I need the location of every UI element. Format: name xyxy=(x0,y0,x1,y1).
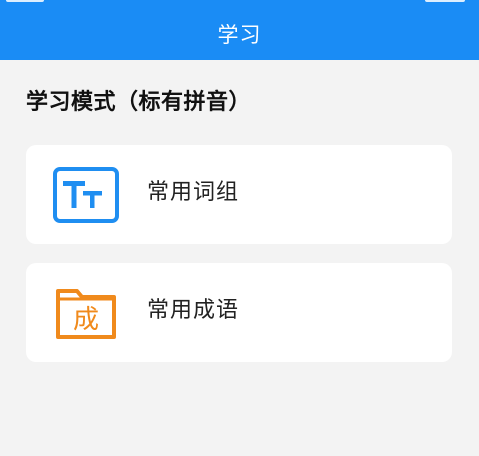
top-app-bar: 学习 xyxy=(0,0,479,60)
common-idioms-label: 常用成语 xyxy=(147,298,240,323)
idiom-card-icon: 成 xyxy=(53,285,119,341)
status-bar-icons xyxy=(425,0,465,2)
page-title: 学习 xyxy=(217,23,262,47)
common-idioms-card[interactable]: 成 常用成语 xyxy=(26,263,452,362)
idiom-icon-glyph: 成 xyxy=(73,305,99,335)
text-size-icon xyxy=(53,167,119,223)
section-title: 学习模式（标有拼音） xyxy=(26,90,252,115)
common-phrases-card[interactable]: 常用词组 xyxy=(26,145,452,244)
status-bar-time xyxy=(6,0,44,2)
common-phrases-label: 常用词组 xyxy=(147,180,240,205)
